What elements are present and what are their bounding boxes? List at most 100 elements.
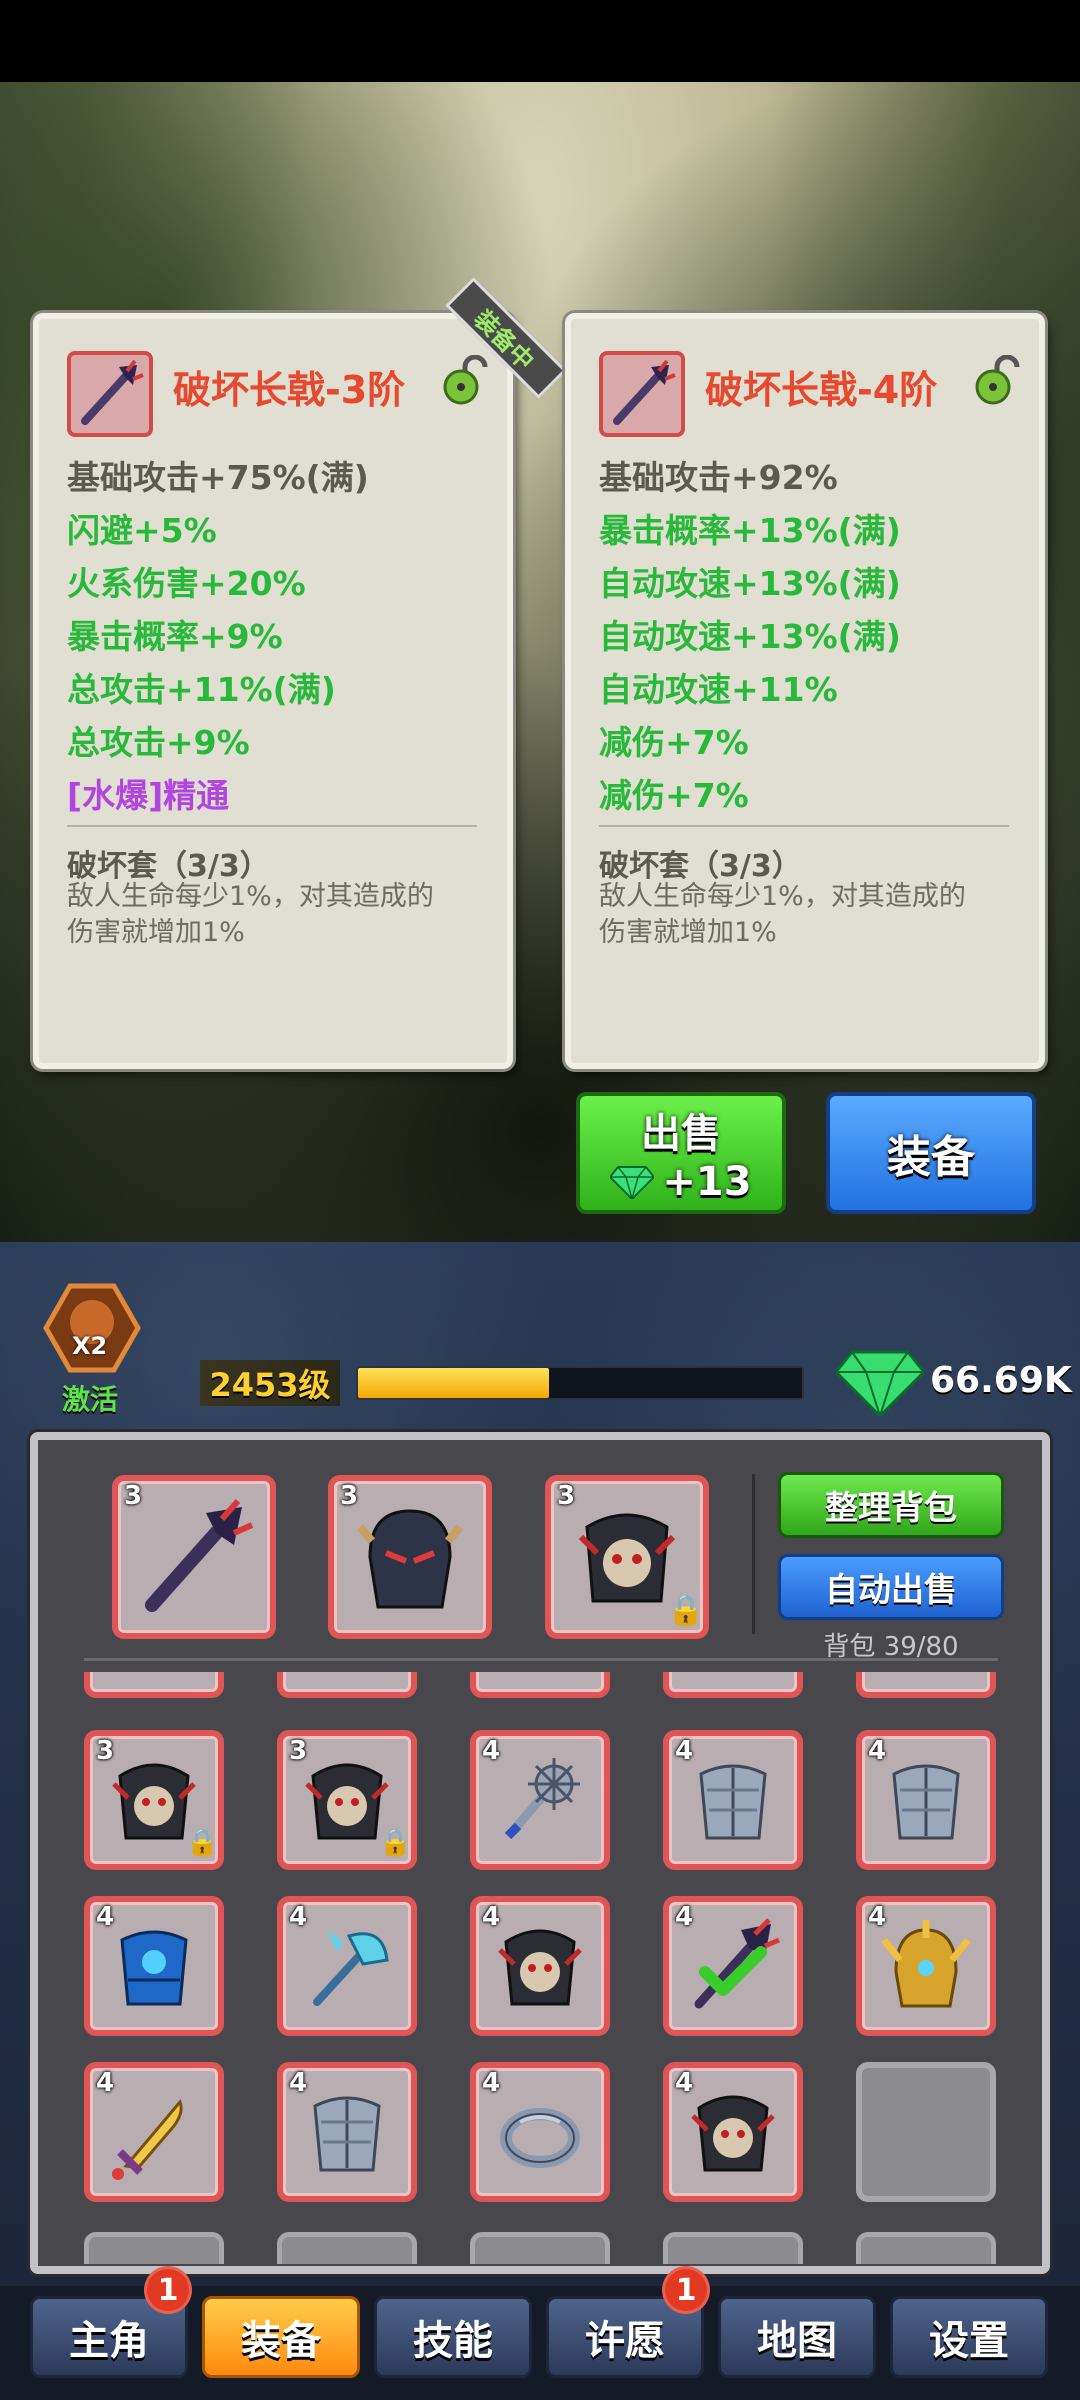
bag-slot[interactable]: 4 [84,1896,224,2036]
item-name: 破坏长戟-4阶 [705,368,938,412]
bag-slot[interactable]: 3 🔒 [277,1730,417,1870]
sell-reward: +13 [610,1159,752,1205]
set-description-line: 伤害就增加1% [599,917,777,948]
stat-line: [水爆]精通 [67,776,230,815]
set-description-line: 敌人生命每少1%，对其造成的 [599,881,966,912]
equipped-slot-helmet[interactable]: 3 [328,1475,492,1639]
equipped-slot-weapon[interactable]: 3 [112,1475,276,1639]
steel-armor-icon [683,1750,783,1854]
bag-slot[interactable] [856,1672,996,1698]
bag-slot[interactable]: 4 [277,1896,417,2036]
sell-button[interactable]: 出售 +13 [576,1092,786,1214]
equipped-slot-armor[interactable]: 3 🔒 [545,1475,709,1639]
set-description: 敌人生命每少1%，对其造成的 伤害就增加1% [67,879,434,951]
stat-line: 暴击概率+9% [67,617,283,656]
bag-slot[interactable]: 4 [663,2062,803,2202]
empty-slot[interactable] [84,2232,224,2264]
halberd-icon [67,351,153,437]
sell-label: 出售 [641,1111,721,1157]
set-description: 敌人生命每少1%，对其造成的 伤害就增加1% [599,879,966,951]
stat-line: 总攻击+11%(满) [67,670,336,709]
lock-toggle-icon[interactable] [439,354,493,409]
halberd-icon [599,351,685,437]
equip-button[interactable]: 装备 [826,1092,1036,1214]
set-description-line: 伤害就增加1% [67,917,245,948]
stat-line: 减伤+7% [599,776,749,815]
notification-badge: 1 [144,2266,192,2314]
halberd-icon [145,1499,254,1612]
divider [84,1658,998,1661]
scrolled-row-partial [84,1672,998,1700]
skull-armor-icon [683,2082,783,2186]
lock-icon: 🔒 [667,1593,705,1628]
lock-toggle-icon[interactable] [971,354,1025,409]
empty-slot[interactable] [470,2232,610,2264]
golden-sword-icon [104,2082,204,2186]
stat-line: 自动攻速+13%(满) [599,617,901,656]
stat-line: 自动攻速+13%(满) [599,564,901,603]
sort-bag-button[interactable]: 整理背包 [778,1472,1004,1538]
bag-slot[interactable]: 4 [663,1730,803,1870]
gem-icon [610,1166,655,1199]
bag-slot[interactable]: 4 [470,1730,610,1870]
helmet-icon [356,1509,464,1609]
tab-map[interactable]: 地图 [718,2296,876,2378]
auto-sell-button[interactable]: 自动出售 [778,1554,1004,1620]
gem-count: 66.69K [930,1360,1072,1401]
bag-slot[interactable]: 4 [856,1730,996,1870]
boost-multiplier: X2 [72,1332,108,1360]
tab-settings[interactable]: 设置 [890,2296,1048,2378]
bag-slot[interactable] [470,1672,610,1698]
stat-line: 基础攻击+75%(满) [67,458,369,497]
bag-slot[interactable] [84,1672,224,1698]
gold-helmet-icon [876,1916,976,2020]
empty-slot[interactable] [856,2232,996,2264]
bag-slot[interactable] [277,1672,417,1698]
stat-list: 基础攻击+92% 暴击概率+13%(满) 自动攻速+13%(满) 自动攻速+13… [599,451,901,822]
stat-line: 暴击概率+13%(满) [599,511,901,550]
stat-line: 火系伤害+20% [67,564,306,603]
item-name: 破坏长戟-3阶 [173,368,406,412]
sell-reward-value: +13 [662,1159,752,1205]
tab-skills[interactable]: 技能 [374,2296,532,2378]
stat-line: 总攻击+9% [67,723,250,762]
mace-icon [490,1750,590,1854]
divider [67,825,477,827]
new-item-card: 破坏长戟-4阶 基础攻击+92% 暴击概率+13%(满) 自动攻速+13%(满)… [565,313,1045,1069]
bag-slot[interactable] [663,1672,803,1698]
notification-badge: 1 [662,2266,710,2314]
lock-icon: 🔒 [379,1828,412,1858]
activate-label[interactable]: 激活 [62,1378,118,1418]
bag-slot[interactable]: 4 [663,1896,803,2036]
ice-axe-icon [297,1916,397,2020]
stat-line: 基础攻击+92% [599,458,838,497]
stat-line: 闪避+5% [67,511,217,550]
empty-slot[interactable] [663,2232,803,2264]
ring-icon [490,2082,590,2186]
bag-grid: 3 🔒 3 🔒 4 4 4 4 4 4 4 4 4 4 4 4 [84,1730,998,2210]
stat-line: 减伤+7% [599,723,749,762]
player-level: 2453级 [200,1360,340,1406]
steel-armor-icon [876,1750,976,1854]
stat-list: 基础攻击+75%(满) 闪避+5% 火系伤害+20% 暴击概率+9% 总攻击+1… [67,451,369,822]
stat-line: 自动攻速+11% [599,670,838,709]
xp-bar-fill [358,1368,549,1398]
scrolled-row-partial [84,2232,998,2264]
blue-armor-icon [104,1916,204,2020]
tab-equipment[interactable]: 装备 [202,2296,360,2378]
bag-slot[interactable]: 4 [856,1896,996,2036]
empty-slot[interactable] [277,2232,417,2264]
halberd-check-icon [683,1916,783,2020]
steel-armor-icon [297,2082,397,2186]
divider [752,1474,755,1634]
empty-slot[interactable] [856,2062,996,2202]
bag-slot[interactable]: 4 [84,2062,224,2202]
set-description-line: 敌人生命每少1%，对其造成的 [67,881,434,912]
bag-slot[interactable]: 4 [277,2062,417,2202]
lock-icon: 🔒 [186,1828,219,1858]
double-boost-icon[interactable]: X2 [42,1282,142,1374]
bag-slot[interactable]: 3 🔒 [84,1730,224,1870]
bag-slot[interactable]: 4 [470,1896,610,2036]
skull-armor-icon [490,1916,590,2020]
bag-slot[interactable]: 4 [470,2062,610,2202]
